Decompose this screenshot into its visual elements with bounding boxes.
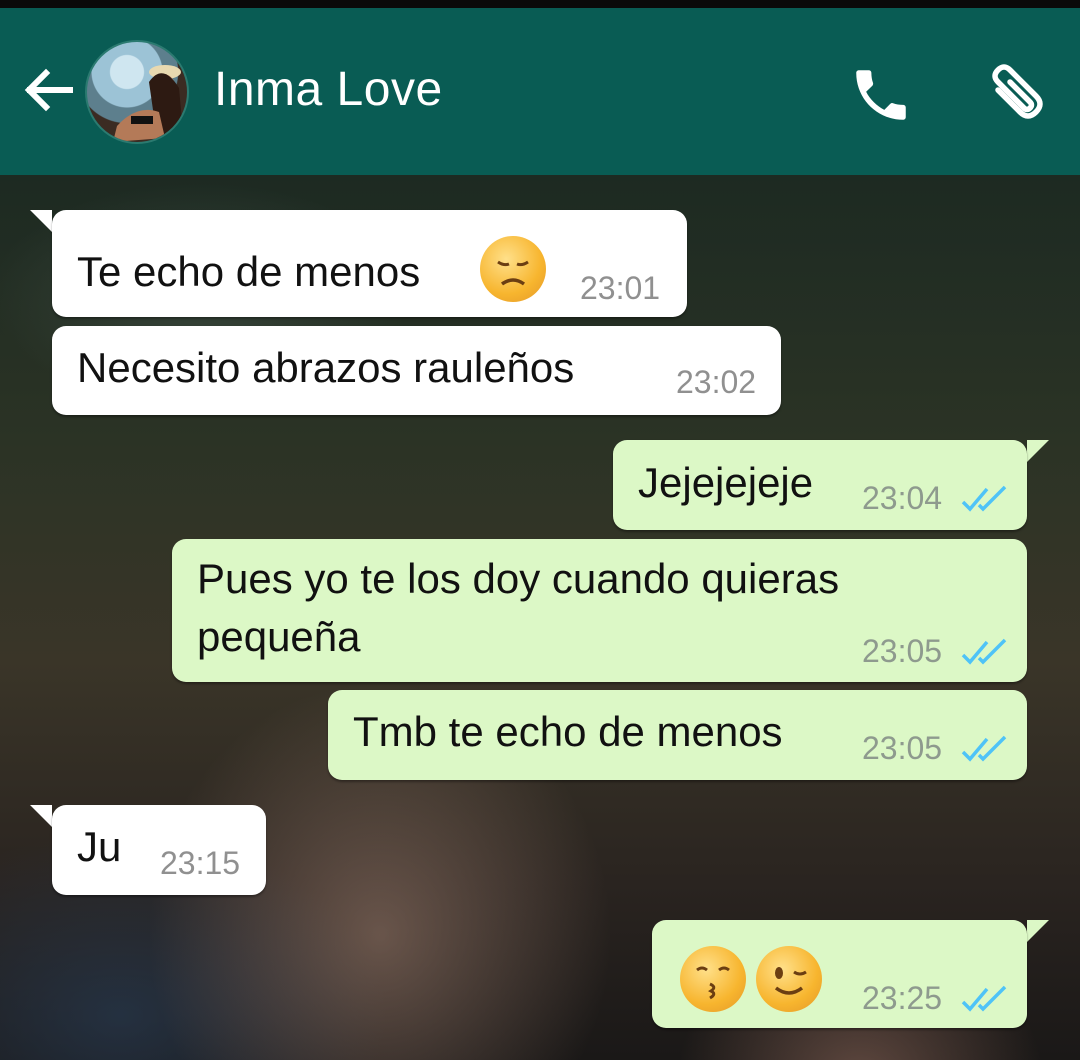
avatar-photo [113, 65, 183, 142]
message-time: 23:02 [676, 364, 757, 400]
attach-button[interactable] [978, 60, 1050, 132]
arrow-left-icon [24, 68, 73, 112]
back-button[interactable] [18, 60, 78, 120]
message-time: 23:25 [862, 980, 943, 1016]
message-time: 23:15 [160, 845, 241, 881]
contact-name[interactable]: Inma Love [214, 60, 443, 120]
message-text: Te echo de menos [77, 248, 421, 295]
read-ticks-icon [961, 485, 1007, 512]
message-time: 23:01 [580, 270, 661, 306]
message-bubble-outgoing[interactable]: Jejejejeje 23:04 [613, 440, 1027, 530]
message-bubble-incoming[interactable]: Ju 23:15 [52, 805, 266, 895]
chat-header: Inma Love [0, 8, 1080, 175]
read-ticks-icon [961, 638, 1007, 665]
message-time: 23:05 [862, 730, 943, 766]
call-button[interactable] [848, 62, 914, 128]
message-text: Jejejejeje [638, 459, 814, 506]
status-bar [0, 0, 1080, 8]
bubble-tail [30, 805, 52, 827]
winking-face-icon [756, 946, 822, 1012]
message-bubble-incoming[interactable]: Necesito abrazos rauleños 23:02 [52, 326, 781, 415]
contact-avatar[interactable] [85, 40, 189, 144]
message-text: Necesito abrazos rauleños [77, 344, 575, 391]
disappointed-face-icon [480, 236, 546, 302]
bubble-tail [1027, 440, 1049, 462]
bubble-tail [1027, 920, 1049, 942]
message-bubble-outgoing[interactable]: Pues yo te los doy cuando quieras pequeñ… [172, 539, 1027, 682]
bubble-tail [30, 210, 52, 232]
message-time: 23:05 [862, 633, 943, 669]
read-ticks-icon [961, 735, 1007, 762]
paperclip-icon [992, 64, 1043, 119]
message-text: Ju [77, 823, 122, 870]
message-bubble-outgoing[interactable]: Tmb te echo de menos 23:05 [328, 690, 1027, 780]
message-text-line-2: pequeña [197, 613, 361, 660]
kissing-face-icon [680, 946, 746, 1012]
message-text: Tmb te echo de menos [353, 708, 783, 755]
message-time: 23:04 [862, 480, 943, 516]
message-text-line-1: Pues yo te los doy cuando quieras [197, 555, 840, 602]
read-ticks-icon [961, 985, 1007, 1012]
message-bubble-outgoing[interactable]: 23:25 [652, 920, 1027, 1028]
phone-icon [856, 70, 906, 120]
message-bubble-incoming[interactable]: Te echo de menos 23:01 [52, 210, 687, 317]
